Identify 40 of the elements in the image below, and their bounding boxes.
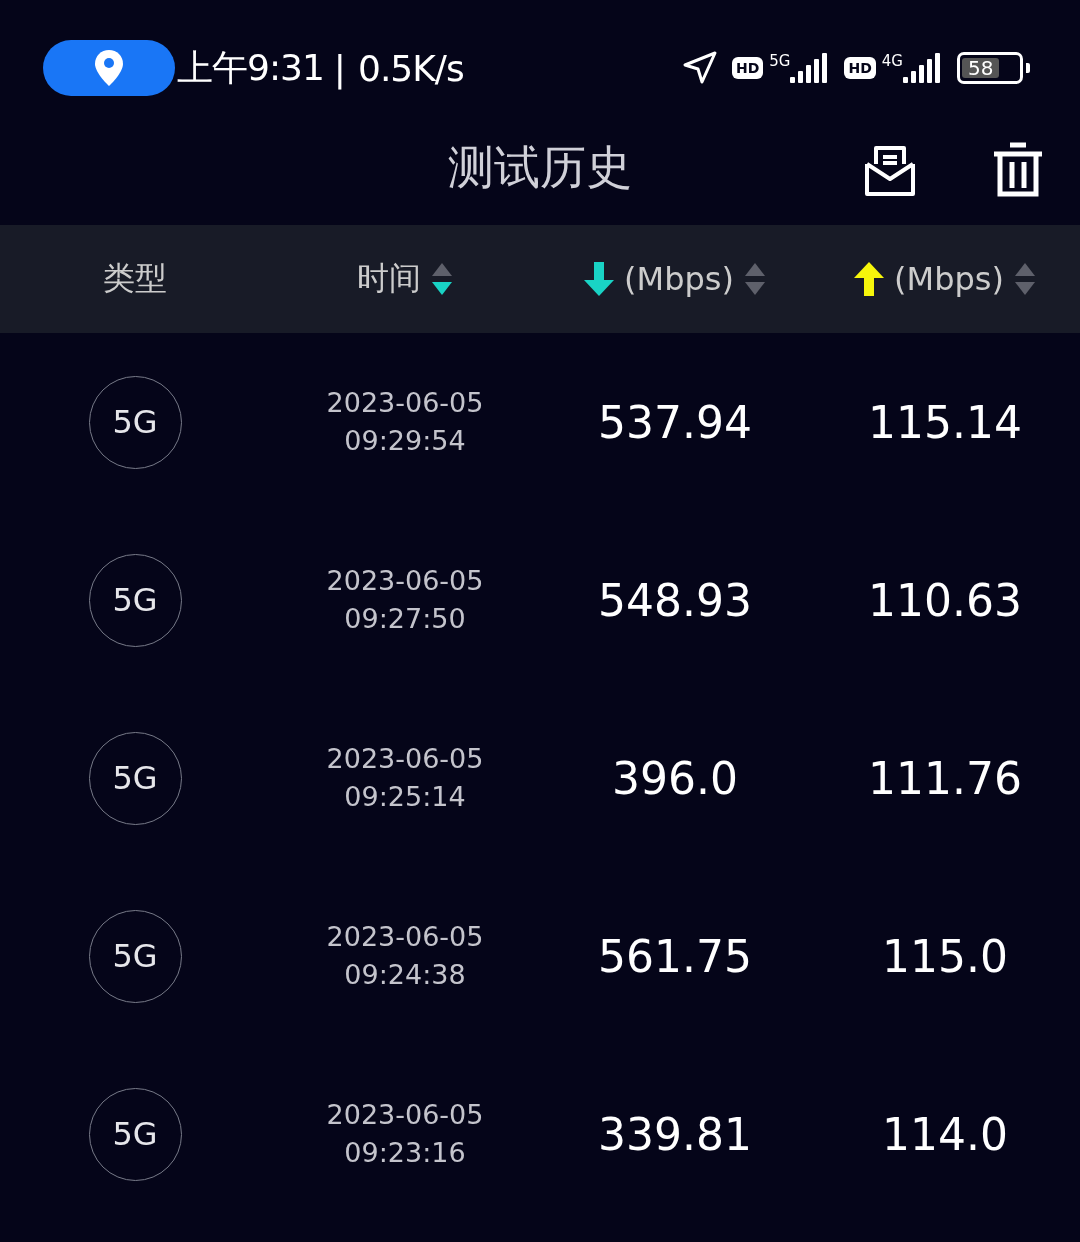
test-date: 2023-06-05: [326, 386, 484, 420]
test-time: 09:23:16: [344, 1136, 466, 1170]
battery-indicator: 58: [957, 52, 1023, 84]
network-type: 4G: [881, 52, 903, 70]
signal-bars-icon: [903, 53, 943, 83]
hd-badge: HD: [731, 57, 764, 79]
upload-arrow-icon: [854, 262, 885, 296]
test-date: 2023-06-05: [326, 920, 484, 954]
test-time: 09:27:50: [344, 602, 466, 636]
page-title: 测试历史: [448, 139, 632, 196]
trash-icon[interactable]: [992, 142, 1044, 198]
upload-speed: 110.63: [868, 574, 1022, 626]
column-header[interactable]: 时间: [357, 257, 453, 301]
test-time: 09:24:38: [344, 958, 466, 992]
navigation-arrow-icon: [681, 50, 718, 86]
clock: 上午9:31: [177, 45, 324, 90]
download-speed: 339.81: [598, 1108, 752, 1160]
download-speed: 396.0: [612, 752, 738, 804]
test-time: 09:29:54: [344, 424, 466, 458]
column-header[interactable]: (Mbps): [584, 260, 766, 298]
location-pin-icon: [95, 50, 123, 86]
location-indicator[interactable]: [43, 40, 175, 96]
download-speed: 561.75: [598, 930, 752, 982]
network-speed: 0.5K/s: [358, 47, 464, 89]
download-speed: 548.93: [598, 574, 752, 626]
test-time: 09:25:14: [344, 780, 466, 814]
column-header: 类型: [103, 258, 167, 299]
hd-badge: HD: [844, 57, 876, 79]
test-date: 2023-06-05: [326, 742, 484, 776]
column-header[interactable]: (Mbps): [854, 260, 1036, 298]
download-arrow-icon: [584, 262, 615, 296]
test-date: 2023-06-05: [326, 1098, 484, 1132]
upload-speed: 115.0: [882, 930, 1008, 982]
separator: |: [333, 47, 346, 89]
upload-speed: 111.76: [868, 752, 1022, 804]
upload-speed: 114.0: [882, 1108, 1008, 1160]
download-speed: 537.94: [598, 396, 752, 448]
network-type: 5G: [769, 52, 791, 70]
upload-speed: 115.14: [868, 396, 1022, 448]
test-date: 2023-06-05: [326, 564, 484, 598]
